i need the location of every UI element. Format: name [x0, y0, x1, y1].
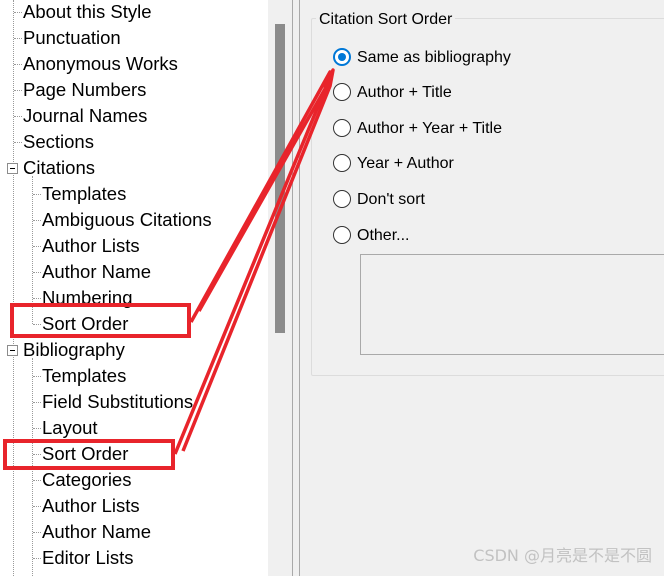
annotation-overlay — [3, 68, 335, 470]
arrow-line — [189, 70, 332, 323]
highlight-box-bibliography-sort-order — [3, 439, 175, 470]
highlight-box-citations-sort-order — [10, 303, 191, 338]
arrow-line — [173, 68, 335, 455]
